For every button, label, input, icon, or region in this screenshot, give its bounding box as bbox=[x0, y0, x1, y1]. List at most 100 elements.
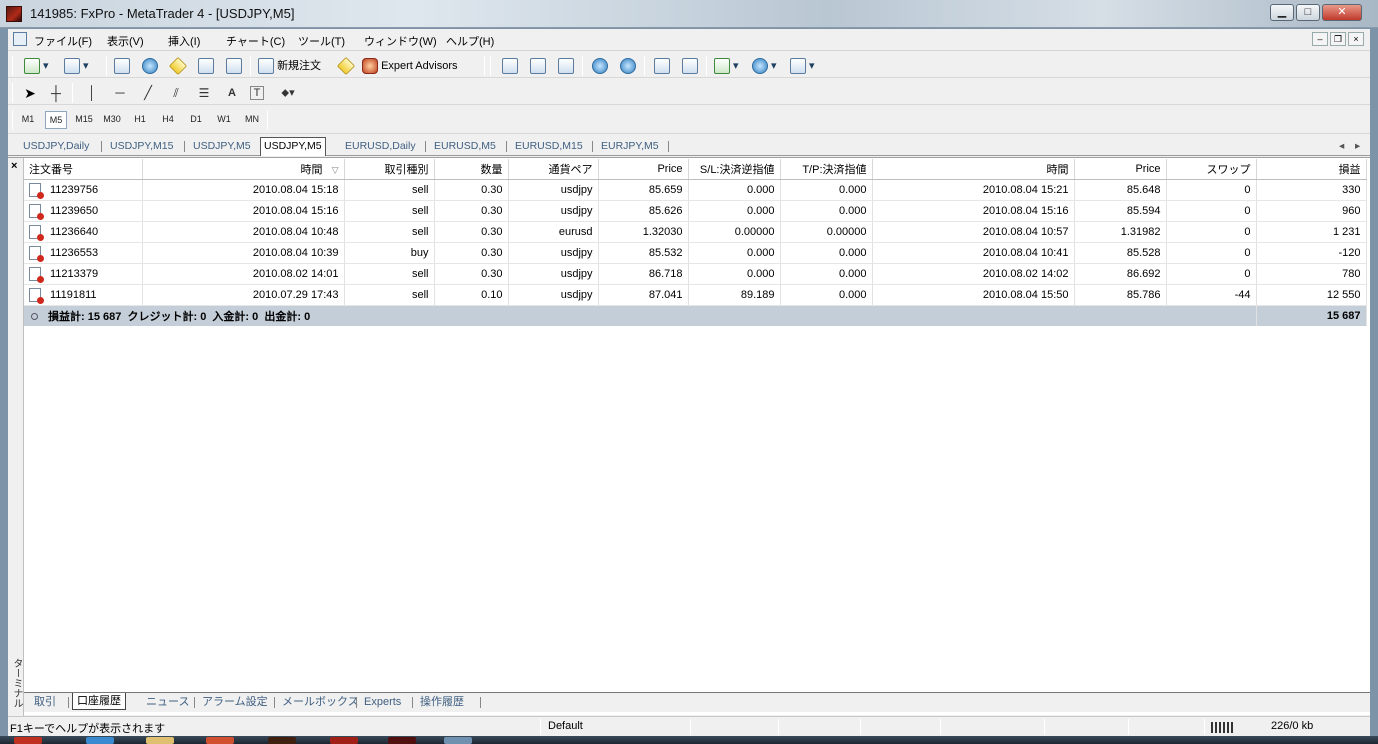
taskbar-app-icon[interactable] bbox=[206, 737, 234, 744]
equidistant-channel-tool[interactable]: ⫽ bbox=[166, 83, 186, 103]
profiles-button[interactable]: ▾ bbox=[64, 56, 89, 76]
crosshair-tool[interactable]: ┼ bbox=[46, 83, 66, 103]
timeframe-m1[interactable]: M1 bbox=[17, 111, 39, 127]
data-window-button[interactable] bbox=[140, 56, 160, 76]
tab-scroll-right[interactable]: ▸ bbox=[1352, 139, 1363, 156]
chart-tab-eurusd-m5[interactable]: EURUSD,M5 bbox=[431, 139, 499, 156]
menu-file[interactable]: ファイル(F) bbox=[34, 33, 92, 49]
mdi-minimize-button[interactable]: – bbox=[1312, 32, 1328, 46]
market-watch-button[interactable] bbox=[112, 56, 132, 76]
new-order-button[interactable]: 新規注文 bbox=[258, 56, 321, 76]
fibonacci-tool[interactable]: ☰ bbox=[194, 83, 214, 103]
warning-button[interactable] bbox=[336, 56, 356, 76]
tab-news[interactable]: ニュース bbox=[142, 694, 193, 711]
tab-experts[interactable]: Experts bbox=[360, 694, 405, 711]
column-stop-loss[interactable]: S/L:決済逆指値 bbox=[688, 159, 781, 180]
column-order-number[interactable]: 注文番号 bbox=[24, 159, 143, 180]
terminal-close-icon[interactable]: × bbox=[11, 160, 17, 172]
chart-tab-eurusd-daily[interactable]: EURUSD,Daily bbox=[342, 139, 419, 156]
column-swap[interactable]: スワップ bbox=[1166, 159, 1257, 180]
indicators-button[interactable]: ▾ bbox=[714, 56, 739, 76]
chart-tab-eurjpy-m5[interactable]: EURJPY,M5 bbox=[598, 139, 662, 156]
column-take-profit[interactable]: T/P:決済指値 bbox=[780, 159, 873, 180]
tab-scroll-left[interactable]: ◂ bbox=[1336, 139, 1347, 156]
autoscroll-button[interactable] bbox=[652, 56, 672, 76]
templates-button[interactable]: ▾ bbox=[790, 56, 815, 76]
table-row[interactable]: 11213379 2010.08.02 14:01 sell 0.30 usdjpy 86… bbox=[24, 263, 1367, 285]
chart-window-icon[interactable] bbox=[13, 32, 27, 46]
mdi-restore-button[interactable]: ❐ bbox=[1330, 32, 1346, 46]
column-close-price[interactable]: Price bbox=[1074, 159, 1167, 180]
tab-trade[interactable]: 取引 bbox=[30, 694, 60, 711]
text-label-tool[interactable]: T bbox=[250, 86, 264, 100]
bar-chart-button[interactable] bbox=[500, 56, 520, 76]
closed-order-icon bbox=[29, 266, 44, 283]
line-chart-button[interactable] bbox=[556, 56, 576, 76]
text-tool[interactable]: A bbox=[222, 83, 242, 103]
timeframe-h1[interactable]: H1 bbox=[129, 111, 151, 127]
taskbar-app-icon[interactable] bbox=[330, 737, 358, 744]
chart-tab-usdjpy-m15[interactable]: USDJPY,M15 bbox=[107, 139, 176, 156]
vertical-line-tool[interactable]: │ bbox=[82, 83, 102, 103]
taskbar-app-icon[interactable] bbox=[388, 737, 416, 744]
table-row[interactable]: 11236553 2010.08.04 10:39 buy 0.30 usdjpy 85.… bbox=[24, 242, 1367, 264]
terminal-button[interactable] bbox=[196, 56, 216, 76]
timeframe-m30[interactable]: M30 bbox=[101, 111, 123, 127]
taskbar-app-icon[interactable] bbox=[444, 737, 472, 744]
zoom-in-button[interactable] bbox=[590, 56, 610, 76]
maximize-button[interactable]: □ bbox=[1296, 4, 1320, 21]
cell-open-price: 85.659 bbox=[598, 179, 689, 201]
menu-view[interactable]: 表示(V) bbox=[107, 33, 144, 49]
chart-tab-usdjpy-m5[interactable]: USDJPY,M5 bbox=[190, 139, 254, 156]
metatrader-app-icon[interactable] bbox=[6, 6, 22, 22]
chart-tab-usdjpy-m5-active[interactable]: USDJPY,M5 bbox=[260, 137, 326, 156]
periods-button[interactable]: ▾ bbox=[752, 56, 777, 76]
column-open-time[interactable]: 時間 ▽ bbox=[142, 159, 345, 180]
chart-shift-button[interactable] bbox=[680, 56, 700, 76]
timeframe-h4[interactable]: H4 bbox=[157, 111, 179, 127]
mdi-close-button[interactable]: × bbox=[1348, 32, 1364, 46]
horizontal-line-tool[interactable]: ─ bbox=[110, 83, 130, 103]
candlestick-button[interactable] bbox=[528, 56, 548, 76]
menu-chart[interactable]: チャート(C) bbox=[226, 33, 285, 49]
taskbar-app-icon[interactable] bbox=[146, 737, 174, 744]
chart-tab-eurusd-m15[interactable]: EURUSD,M15 bbox=[512, 139, 586, 156]
table-row[interactable]: 11236640 2010.08.04 10:48 sell 0.30 eurusd 1.… bbox=[24, 221, 1367, 243]
table-row[interactable]: 11239650 2010.08.04 15:16 sell 0.30 usdjpy 85… bbox=[24, 200, 1367, 222]
start-button-icon[interactable] bbox=[14, 737, 42, 744]
expert-advisors-button[interactable]: Expert Advisors bbox=[362, 56, 457, 76]
taskbar-app-icon[interactable] bbox=[268, 737, 296, 744]
chart-tab-usdjpy-daily[interactable]: USDJPY,Daily bbox=[20, 139, 92, 156]
timeframe-m5[interactable]: M5 bbox=[45, 111, 67, 129]
close-button[interactable]: ✕ bbox=[1322, 4, 1362, 21]
timeframe-w1[interactable]: W1 bbox=[213, 111, 235, 127]
column-open-price[interactable]: Price bbox=[598, 159, 689, 180]
zoom-out-button[interactable] bbox=[618, 56, 638, 76]
strategy-tester-button[interactable] bbox=[224, 56, 244, 76]
new-chart-button[interactable]: ▾ bbox=[24, 56, 49, 76]
cursor-tool[interactable]: ➤ bbox=[20, 83, 40, 103]
column-type[interactable]: 取引種別 bbox=[344, 159, 435, 180]
arrows-tool[interactable]: ⬥▾ bbox=[278, 83, 298, 103]
column-profit[interactable]: 損益 bbox=[1256, 159, 1367, 180]
timeframe-m15[interactable]: M15 bbox=[73, 111, 95, 127]
column-size[interactable]: 数量 bbox=[434, 159, 509, 180]
minimize-button[interactable]: ▁ bbox=[1270, 4, 1294, 21]
navigator-button[interactable] bbox=[168, 56, 188, 76]
menu-tools[interactable]: ツール(T) bbox=[298, 33, 345, 49]
column-close-time[interactable]: 時間 bbox=[872, 159, 1075, 180]
column-symbol[interactable]: 通貨ペア bbox=[508, 159, 599, 180]
table-row[interactable]: 11191811 2010.07.29 17:43 sell 0.10 usdjpy 87… bbox=[24, 284, 1367, 306]
timeframe-mn[interactable]: MN bbox=[241, 111, 263, 127]
menu-window[interactable]: ウィンドウ(W) bbox=[364, 33, 437, 49]
taskbar-app-icon[interactable] bbox=[86, 737, 114, 744]
tab-mailbox[interactable]: メールボックス bbox=[278, 694, 363, 711]
tab-journal[interactable]: 操作履歴 bbox=[416, 694, 468, 711]
tab-alerts[interactable]: アラーム設定 bbox=[198, 694, 272, 711]
menu-help[interactable]: ヘルプ(H) bbox=[446, 33, 494, 49]
tab-account-history[interactable]: 口座履歴 bbox=[72, 693, 126, 710]
table-row[interactable]: 11239756 2010.08.04 15:18 sell 0.30 usdjpy 85… bbox=[24, 179, 1367, 201]
menu-insert[interactable]: 挿入(I) bbox=[168, 33, 200, 49]
trendline-tool[interactable]: ╱ bbox=[138, 83, 158, 103]
timeframe-d1[interactable]: D1 bbox=[185, 111, 207, 127]
